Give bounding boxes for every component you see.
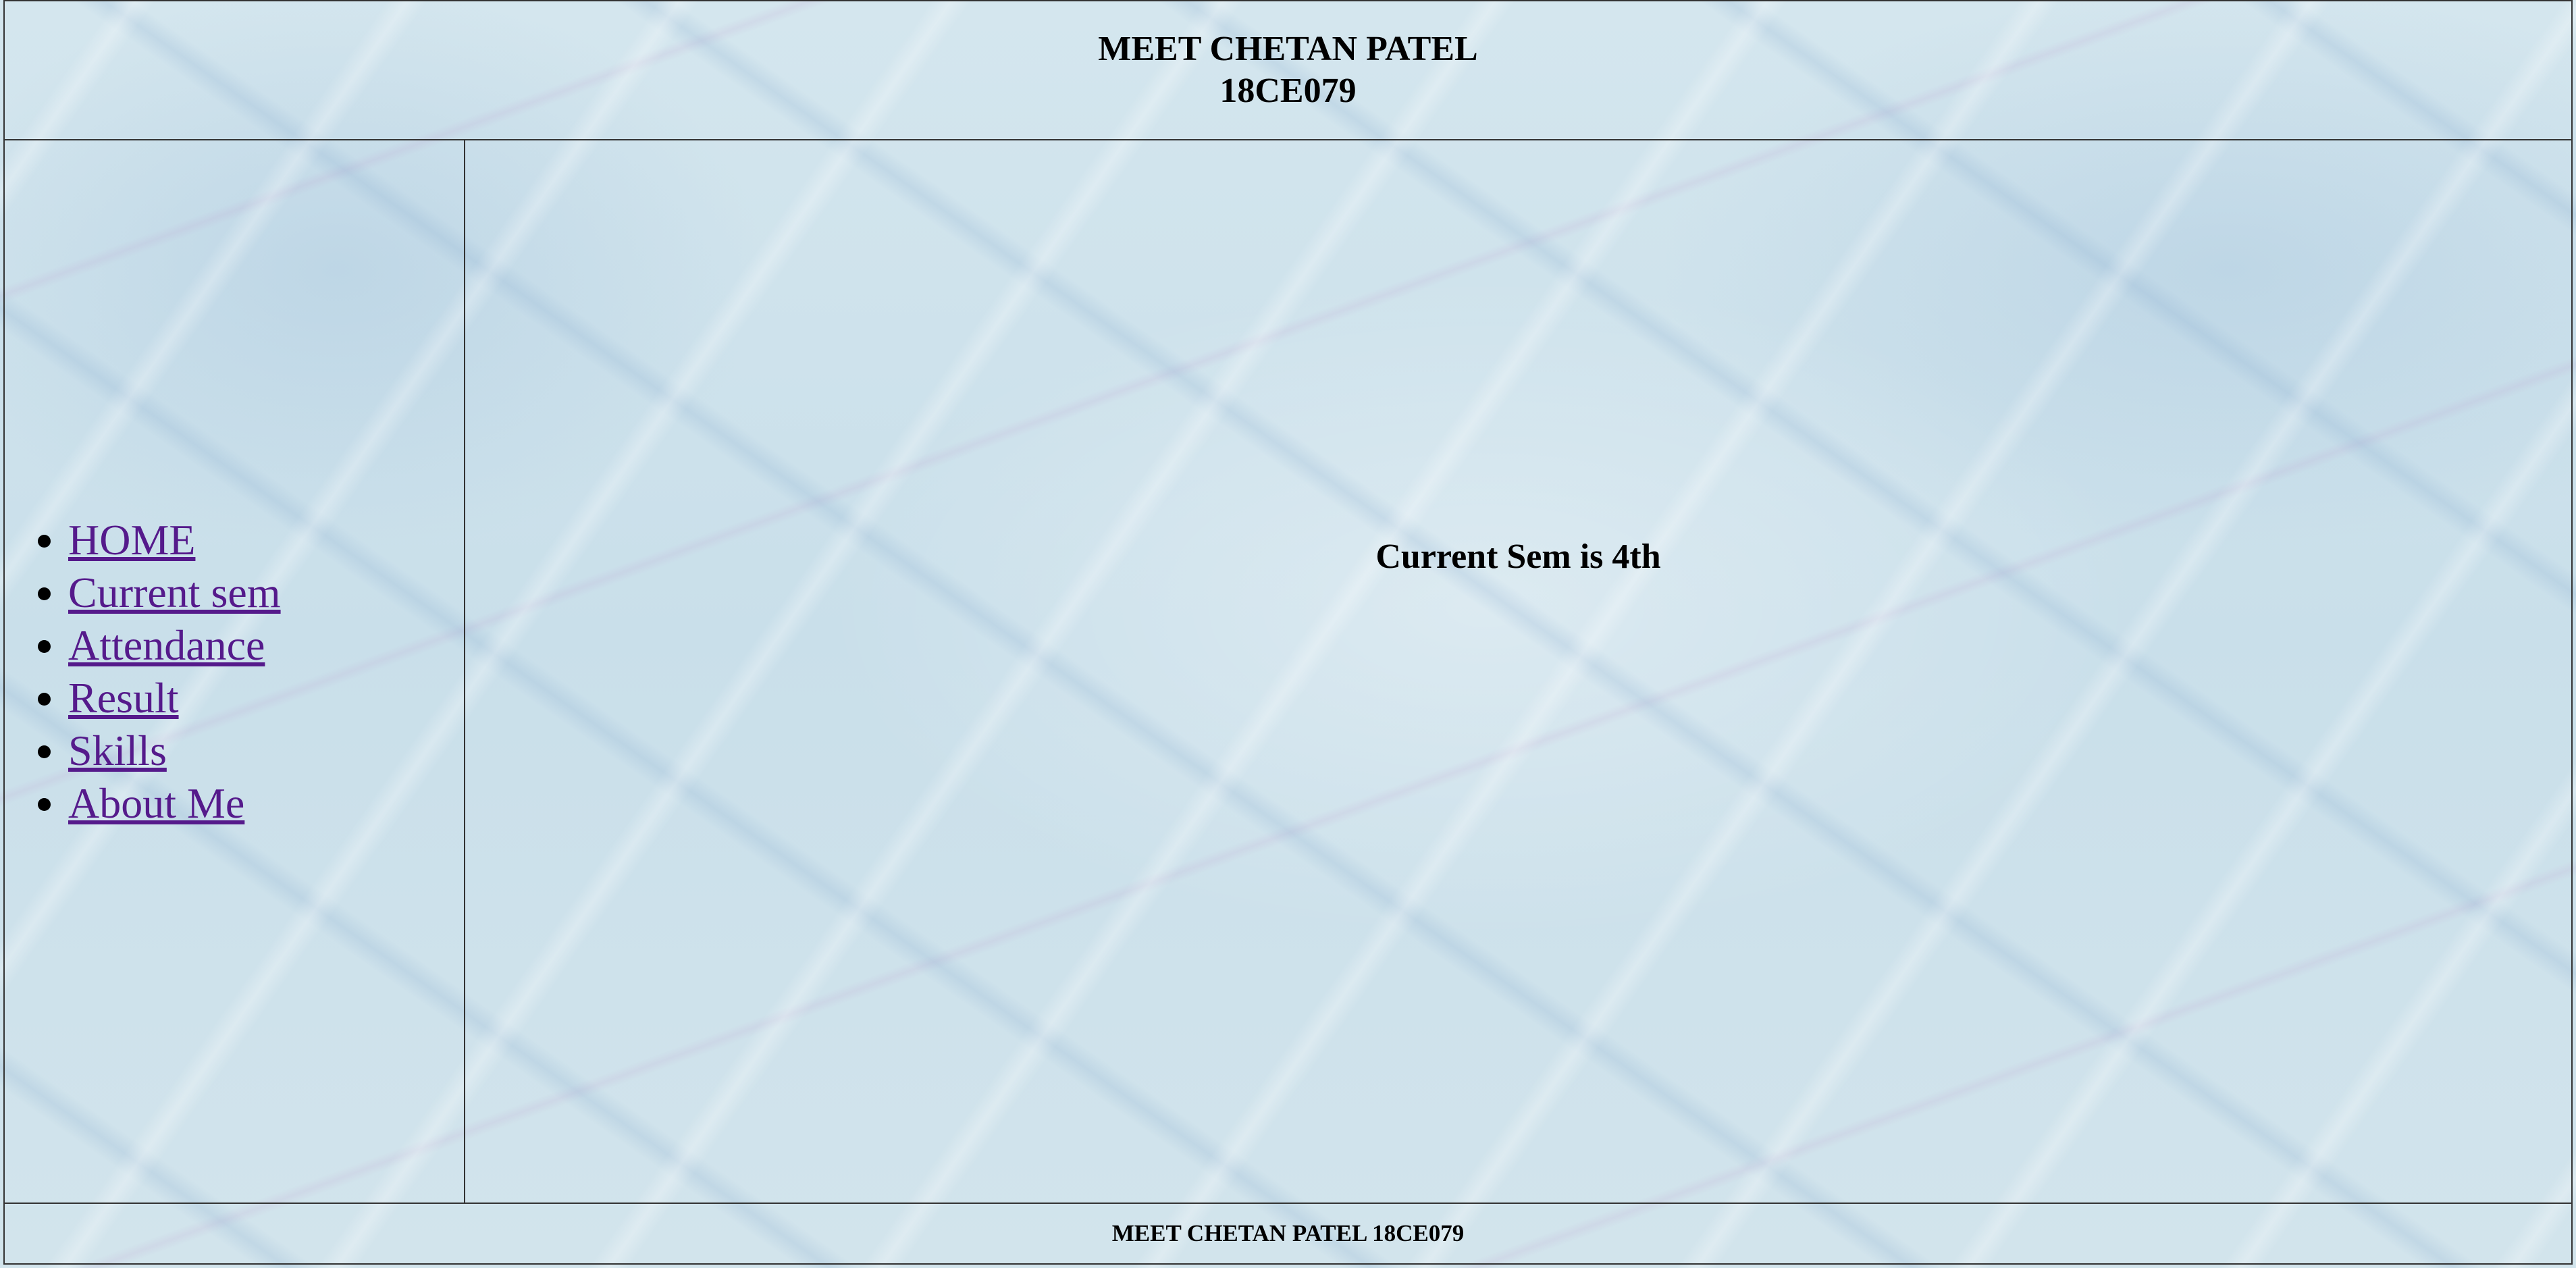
footer: MEET CHETAN PATEL 18CE079 (3, 1203, 2573, 1265)
current-sem-text: Current Sem is 4th (1375, 537, 1661, 576)
main-content: Current Sem is 4th (464, 139, 2573, 1204)
sidebar-item-about-me: About Me (68, 777, 464, 830)
sidebar-item-result: Result (68, 672, 464, 724)
header: MEET CHETAN PATEL 18CE079 (3, 0, 2573, 140)
nav-link-current-sem[interactable]: Current sem (68, 569, 281, 616)
header-name: MEET CHETAN PATEL (1098, 30, 1478, 68)
nav-link-about-me[interactable]: About Me (68, 779, 244, 827)
nav-link-attendance[interactable]: Attendance (68, 621, 265, 669)
footer-text: MEET CHETAN PATEL 18CE079 (1111, 1220, 1465, 1246)
nav-link-result[interactable]: Result (68, 674, 179, 722)
header-id: 18CE079 (1219, 72, 1357, 110)
nav-link-home[interactable]: HOME (68, 516, 195, 564)
sidebar-item-attendance: Attendance (68, 619, 464, 672)
sidebar-item-skills: Skills (68, 724, 464, 777)
nav-list: HOME Current sem Attendance Result Skill… (5, 514, 464, 830)
sidebar: HOME Current sem Attendance Result Skill… (3, 139, 465, 1204)
nav-link-skills[interactable]: Skills (68, 727, 167, 774)
page-frame-table: MEET CHETAN PATEL 18CE079 HOME Current s… (3, 0, 2573, 1265)
sidebar-item-current-sem: Current sem (68, 566, 464, 619)
sidebar-item-home: HOME (68, 514, 464, 566)
